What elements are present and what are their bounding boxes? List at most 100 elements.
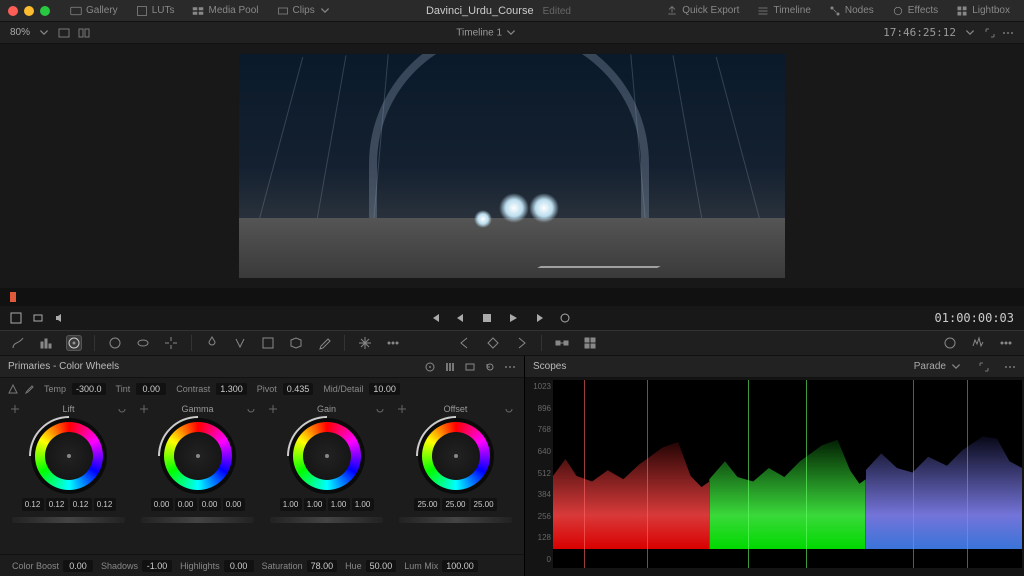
options-icon[interactable]	[1004, 361, 1016, 373]
log-mode-icon[interactable]	[464, 361, 476, 373]
stop-icon[interactable]	[481, 312, 493, 324]
gain-y[interactable]: 1.00	[280, 498, 302, 511]
3d-icon[interactable]	[288, 335, 304, 351]
loop-icon[interactable]	[559, 312, 571, 324]
play-icon[interactable]	[507, 312, 519, 324]
blur-icon[interactable]	[204, 335, 220, 351]
reset-icon[interactable]	[484, 361, 496, 373]
keyframe-icon[interactable]	[485, 335, 501, 351]
auto-balance-icon[interactable]	[8, 384, 18, 394]
quickexport-button[interactable]: Quick Export	[660, 3, 745, 19]
playhead[interactable]	[10, 292, 16, 302]
picker-icon[interactable]	[139, 404, 149, 414]
single-viewer-icon[interactable]	[58, 27, 70, 39]
pivot-value[interactable]: 0.435	[283, 383, 314, 395]
effects-button[interactable]: Effects	[886, 3, 944, 19]
offset-g[interactable]: 25.00	[442, 498, 468, 511]
chevron-down-icon[interactable]	[964, 27, 976, 39]
colboost-value[interactable]: 0.00	[63, 560, 93, 572]
qualifier-icon[interactable]	[107, 335, 123, 351]
viewer[interactable]	[0, 44, 1024, 288]
parade-scope[interactable]	[553, 380, 1022, 568]
first-frame-icon[interactable]	[429, 312, 441, 324]
mid-value[interactable]: 10.00	[369, 383, 400, 395]
options-icon[interactable]	[504, 361, 516, 373]
lift-b[interactable]: 0.12	[94, 498, 116, 511]
gamma-y[interactable]: 0.00	[151, 498, 173, 511]
gamma-r[interactable]: 0.00	[175, 498, 197, 511]
picker-icon[interactable]	[397, 404, 407, 414]
options-icon[interactable]	[1002, 27, 1014, 39]
gain-g[interactable]: 1.00	[328, 498, 350, 511]
lummix-value[interactable]: 100.00	[442, 560, 478, 572]
still-icon[interactable]	[10, 312, 22, 324]
reset-icon[interactable]	[375, 404, 385, 414]
dual-viewer-icon[interactable]	[78, 27, 90, 39]
prev-frame-icon[interactable]	[455, 312, 467, 324]
grab-still-icon[interactable]	[32, 312, 44, 324]
scrubber[interactable]	[0, 288, 1024, 306]
lift-wheel[interactable]	[31, 418, 107, 494]
eyedropper-icon[interactable]	[316, 335, 332, 351]
saturation-value[interactable]: 78.00	[307, 560, 338, 572]
pick-white-icon[interactable]	[24, 384, 34, 394]
lift-master[interactable]	[12, 517, 125, 523]
picker-icon[interactable]	[10, 404, 20, 414]
shadows-value[interactable]: -1.00	[142, 560, 172, 572]
chevron-down-icon[interactable]	[38, 27, 50, 39]
fx-icon[interactable]	[357, 335, 373, 351]
timeline-name[interactable]: Timeline 1	[90, 27, 883, 39]
zoom-control[interactable]: 80%	[10, 27, 90, 39]
maximize-icon[interactable]	[40, 6, 50, 16]
lift-g[interactable]: 0.12	[70, 498, 92, 511]
gain-wheel[interactable]	[289, 418, 365, 494]
window-icon[interactable]	[135, 335, 151, 351]
offset-r[interactable]: 25.00	[414, 498, 440, 511]
curves-icon[interactable]	[10, 335, 26, 351]
gain-r[interactable]: 1.00	[304, 498, 326, 511]
scope-settings-icon[interactable]	[942, 335, 958, 351]
mediapool-button[interactable]: Media Pool	[186, 3, 264, 19]
clips-button[interactable]: Clips	[271, 3, 337, 19]
sizing-icon[interactable]	[260, 335, 276, 351]
lift-y[interactable]: 0.12	[22, 498, 44, 511]
offset-master[interactable]	[399, 517, 512, 523]
gain-b[interactable]: 1.00	[352, 498, 374, 511]
minimize-icon[interactable]	[24, 6, 34, 16]
gallery-button[interactable]: Gallery	[64, 3, 124, 19]
speaker-icon[interactable]	[54, 312, 66, 324]
bars-mode-icon[interactable]	[444, 361, 456, 373]
close-icon[interactable]	[8, 6, 18, 16]
more-icon[interactable]	[385, 335, 401, 351]
lightbox-button[interactable]: Lightbox	[950, 3, 1016, 19]
highlights-value[interactable]: 0.00	[224, 560, 254, 572]
reset-icon[interactable]	[117, 404, 127, 414]
gain-master[interactable]	[270, 517, 383, 523]
tint-value[interactable]: 0.00	[136, 383, 166, 395]
node-graph-icon[interactable]	[554, 335, 570, 351]
offset-wheel[interactable]	[418, 418, 494, 494]
bars-icon[interactable]	[38, 335, 54, 351]
contrast-value[interactable]: 1.300	[216, 383, 247, 395]
reset-icon[interactable]	[504, 404, 514, 414]
keyframe-prev-icon[interactable]	[457, 335, 473, 351]
waveform-icon[interactable]	[970, 335, 986, 351]
wheels-icon[interactable]	[66, 335, 82, 351]
hue-value[interactable]: 50.00	[366, 560, 397, 572]
next-frame-icon[interactable]	[533, 312, 545, 324]
offset-b[interactable]: 25.00	[471, 498, 497, 511]
lift-r[interactable]: 0.12	[46, 498, 68, 511]
temp-value[interactable]: -300.0	[72, 383, 106, 395]
more-options-icon[interactable]	[998, 335, 1014, 351]
gamma-master[interactable]	[141, 517, 254, 523]
nodes-button[interactable]: Nodes	[823, 3, 880, 19]
timeline-button[interactable]: Timeline	[751, 3, 816, 19]
luts-button[interactable]: LUTs	[130, 3, 181, 19]
gamma-g[interactable]: 0.00	[199, 498, 221, 511]
reset-icon[interactable]	[246, 404, 256, 414]
expand-icon[interactable]	[984, 27, 996, 39]
scope-mode-dropdown[interactable]: Parade	[914, 361, 962, 373]
wheels-mode-icon[interactable]	[424, 361, 436, 373]
gamma-b[interactable]: 0.00	[223, 498, 245, 511]
tracking-icon[interactable]	[163, 335, 179, 351]
